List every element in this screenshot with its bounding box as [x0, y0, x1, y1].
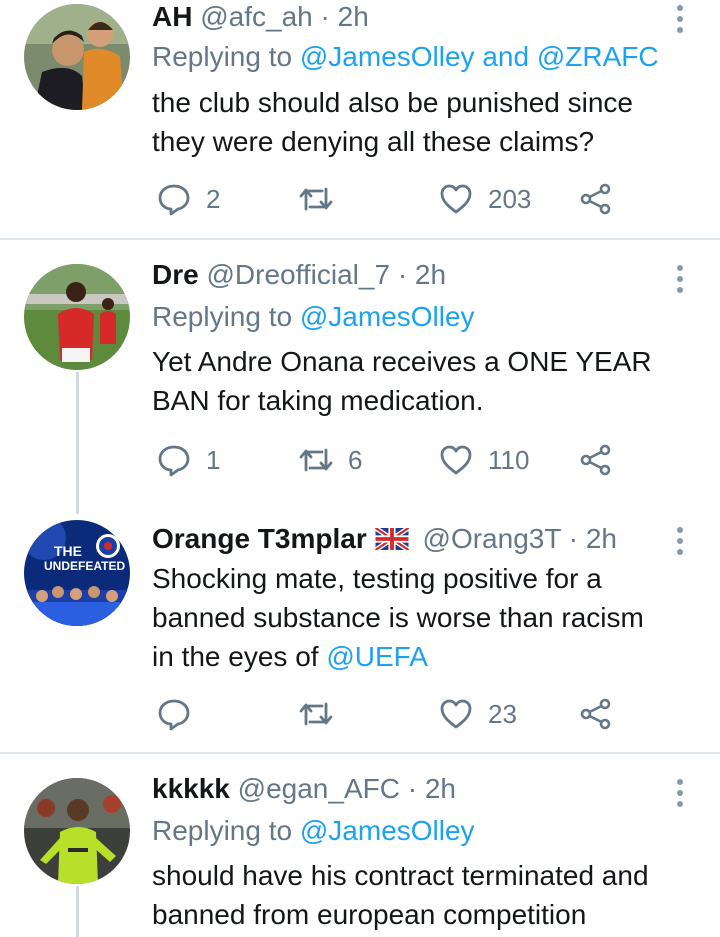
replying-to-label: Replying to: [152, 41, 293, 72]
mention-link[interactable]: @JamesOlley: [300, 41, 475, 72]
tweet-text-line: Shocking mate, testing positive for a: [152, 563, 602, 594]
display-name[interactable]: AH: [152, 1, 192, 32]
retweet-icon: [299, 448, 333, 472]
mention-link[interactable]: @ZRAFC: [537, 41, 659, 72]
reply-count: 1: [206, 444, 221, 475]
more-options-icon[interactable]: [668, 524, 692, 558]
tweet-text-fragment: in the eyes of: [152, 641, 319, 672]
avatar[interactable]: [24, 778, 130, 884]
heart-icon: [440, 445, 472, 475]
tweet-header: Dre @Dreofficial_7 · 2h: [152, 258, 446, 292]
tweet-text: the club should also be punished since t…: [152, 83, 697, 161]
tweet-header: AH @afc_ah · 2h: [152, 0, 369, 34]
and-joiner: and: [482, 41, 530, 72]
avatar-text: THE: [54, 543, 82, 559]
display-name[interactable]: kkkkk: [152, 773, 230, 804]
mention-link[interactable]: @UEFA: [326, 641, 428, 672]
tweet-actions: 1 6 110: [152, 440, 672, 480]
timestamp[interactable]: 2h: [586, 523, 617, 554]
like-button[interactable]: 110: [438, 440, 529, 480]
tweet-text-line: should have his contract terminated and: [152, 860, 649, 891]
tweet-text-line: Yet Andre Onana receives a ONE YEAR: [152, 346, 652, 377]
tweet-text: should have his contract terminated and …: [152, 856, 697, 934]
heart-icon: [440, 699, 472, 729]
like-count: 23: [488, 698, 517, 729]
display-name[interactable]: Dre: [152, 259, 199, 290]
tweet-text-line: BAN for taking medication.: [152, 385, 484, 416]
user-handle[interactable]: @egan_AFC: [238, 773, 400, 804]
reply-icon: [158, 184, 190, 216]
timestamp[interactable]: 2h: [425, 773, 456, 804]
mention-link[interactable]: @JamesOlley: [300, 815, 475, 846]
reply-button[interactable]: [156, 694, 206, 734]
avatar[interactable]: [24, 4, 130, 110]
tweet-text-line: banned from european competition: [152, 899, 587, 930]
avatar[interactable]: THE UNDEFEATED: [24, 520, 130, 626]
reply-icon: [158, 699, 190, 731]
tweet-text-line: the club should also be punished since: [152, 87, 634, 118]
like-count: 110: [488, 444, 530, 475]
tweet-text-line: banned substance is worse than racism: [152, 602, 644, 633]
avatar-text: UNDEFEATED: [44, 559, 125, 573]
retweet-icon: [299, 702, 333, 726]
retweet-icon: [299, 187, 333, 211]
separator-dot: ·: [397, 259, 408, 290]
reply-icon: [158, 445, 190, 477]
uk-flag-icon: [374, 528, 409, 550]
display-name[interactable]: Orange T3mplar: [152, 523, 367, 554]
more-options-icon[interactable]: [668, 2, 692, 36]
reply-count: 2: [206, 183, 221, 214]
replying-to-label: Replying to: [152, 815, 293, 846]
retweet-button[interactable]: [298, 694, 348, 734]
replying-to-line: Replying to @JamesOlley: [152, 814, 475, 848]
separator-dot: ·: [568, 523, 579, 554]
share-icon: [580, 444, 611, 476]
like-count: 203: [488, 183, 532, 214]
user-handle[interactable]: @Orang3T: [423, 523, 561, 554]
retweet-button[interactable]: 6: [298, 440, 362, 480]
tweet-text: Shocking mate, testing positive for a ba…: [152, 559, 697, 676]
tweet-text-line: they were denying all these claims?: [152, 126, 595, 157]
tweet[interactable]: THE UNDEFEATED Orange T3mplar @Orang3T ·…: [0, 510, 720, 752]
retweet-button[interactable]: [298, 179, 348, 219]
timestamp[interactable]: 2h: [338, 1, 369, 32]
share-button[interactable]: [578, 179, 614, 219]
like-button[interactable]: 23: [438, 694, 517, 734]
tweet-actions: 23: [152, 694, 672, 734]
heart-icon: [440, 184, 472, 214]
separator-dot: ·: [407, 773, 418, 804]
tweet-actions: 2 203: [152, 179, 672, 219]
share-button[interactable]: [578, 440, 614, 480]
user-handle[interactable]: @Dreofficial_7: [206, 259, 390, 290]
tweet-header: Orange T3mplar @Orang3T · 2h: [152, 522, 617, 556]
avatar[interactable]: [24, 264, 130, 370]
more-options-icon[interactable]: [668, 262, 692, 296]
replying-to-line: Replying to @JamesOlley and @ZRAFC: [152, 40, 659, 74]
tweet[interactable]: AH @afc_ah · 2h Replying to @JamesOlley …: [0, 0, 720, 238]
replying-to-label: Replying to: [152, 301, 293, 332]
share-button[interactable]: [578, 694, 614, 734]
avatar-photo: THE UNDEFEATED: [24, 520, 130, 626]
avatar-photo: [24, 778, 130, 884]
user-handle[interactable]: @afc_ah: [200, 1, 313, 32]
replying-to-line: Replying to @JamesOlley: [152, 300, 475, 334]
tweet[interactable]: Dre @Dreofficial_7 · 2h Replying to @Jam…: [0, 240, 720, 510]
tweet-text-line: in the eyes of @UEFA: [152, 637, 697, 676]
tweet[interactable]: kkkkk @egan_AFC · 2h Replying to @JamesO…: [0, 754, 720, 937]
tweet-text: Yet Andre Onana receives a ONE YEAR BAN …: [152, 342, 697, 420]
reply-button[interactable]: 2: [156, 179, 220, 219]
share-icon: [580, 698, 611, 730]
more-options-icon[interactable]: [668, 776, 692, 810]
avatar-photo: [24, 4, 130, 110]
reply-button[interactable]: 1: [156, 440, 220, 480]
mention-link[interactable]: @JamesOlley: [300, 301, 475, 332]
retweet-count: 6: [348, 444, 363, 475]
share-icon: [580, 183, 611, 215]
avatar-photo: [24, 264, 130, 370]
separator-dot: ·: [320, 1, 330, 32]
tweet-header: kkkkk @egan_AFC · 2h: [152, 772, 456, 806]
like-button[interactable]: 203: [438, 179, 531, 219]
timestamp[interactable]: 2h: [415, 259, 446, 290]
